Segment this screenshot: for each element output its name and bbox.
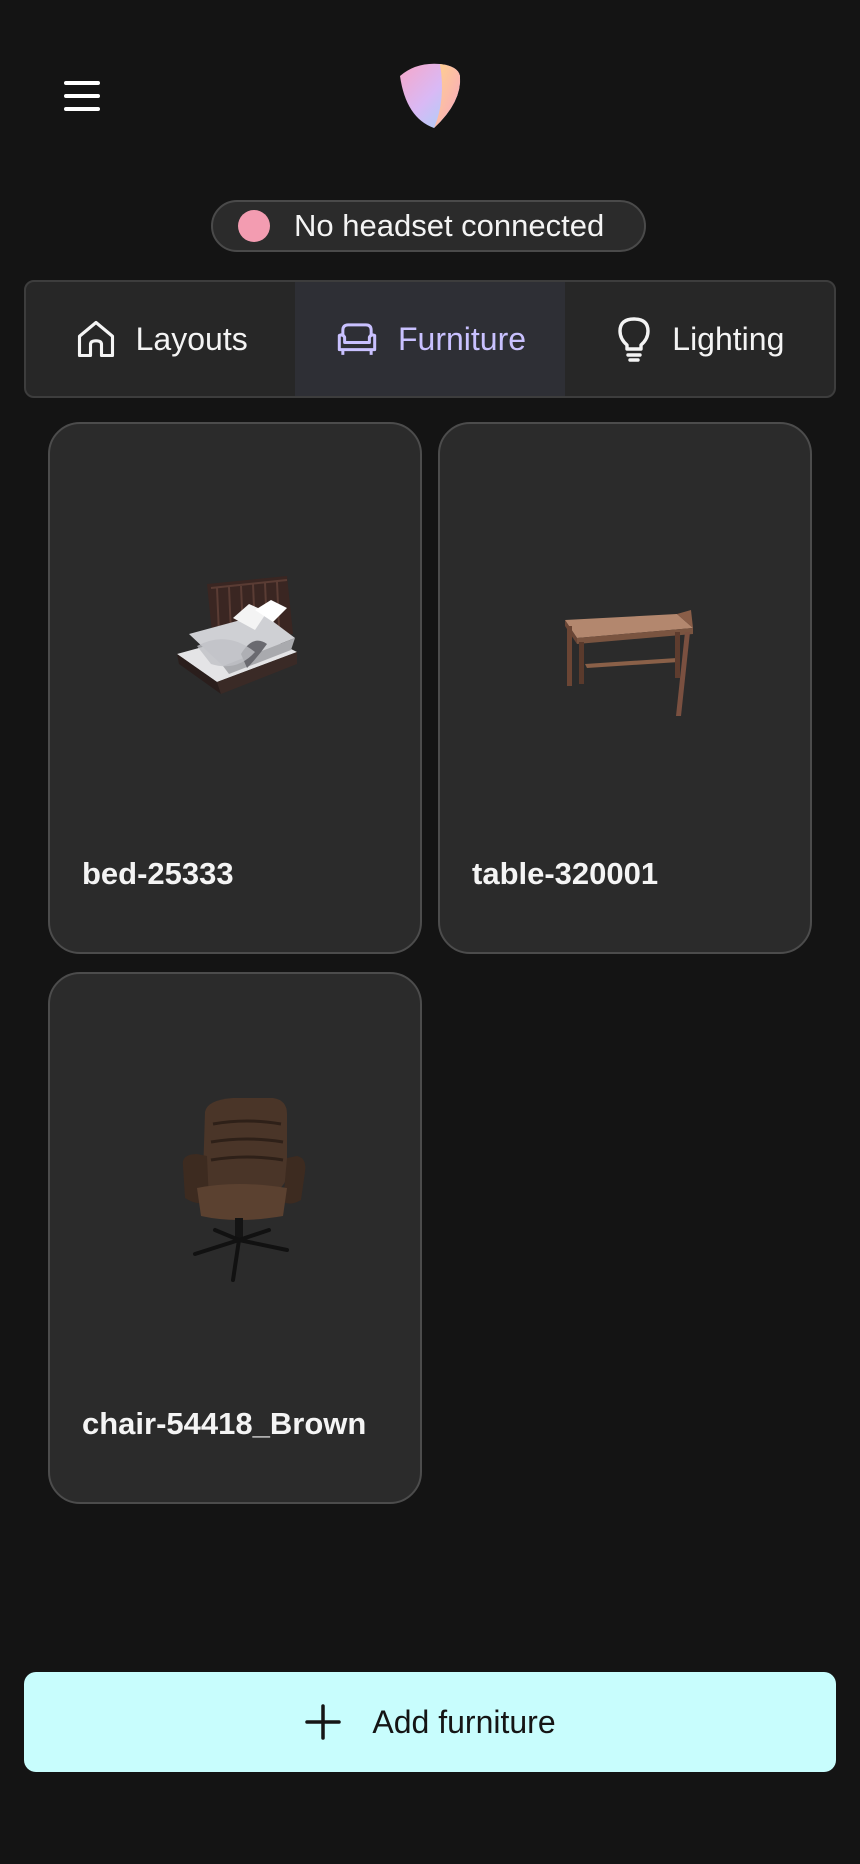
app-logo [400, 63, 461, 128]
home-icon [77, 320, 114, 358]
furniture-card[interactable]: bed-25333 [48, 422, 422, 954]
plus-icon [305, 1704, 342, 1740]
status-dot [238, 210, 270, 242]
tab-label: Furniture [397, 320, 527, 357]
menu-button[interactable] [52, 72, 112, 120]
tab-layouts[interactable]: Layouts [26, 282, 295, 396]
furniture-card[interactable]: table-320001 [438, 422, 812, 954]
furniture-name: table-320001 [472, 856, 659, 891]
tab-lighting[interactable]: Lighting [565, 282, 834, 396]
table-thumbnail [565, 610, 693, 716]
category-tabs: Layouts Furniture Lighting [24, 280, 836, 398]
furniture-name: chair-54418_Brown [82, 1406, 367, 1441]
status-text: No headset connected [294, 208, 605, 243]
tab-label: Lighting [672, 320, 785, 357]
furniture-card[interactable]: chair-54418_Brown [48, 972, 422, 1504]
hamburger-menu-icon [64, 81, 100, 85]
lightbulb-icon [618, 317, 650, 362]
headset-status-badge: No headset connected [211, 200, 646, 252]
chair-thumbnail [182, 1098, 306, 1282]
bed-thumbnail [177, 576, 297, 694]
add-furniture-label: Add furniture [372, 1703, 556, 1740]
tab-label: Layouts [135, 320, 248, 357]
furniture-name: bed-25333 [82, 856, 234, 891]
sofa-icon [337, 323, 377, 355]
tab-furniture[interactable]: Furniture [295, 282, 565, 396]
add-furniture-button[interactable]: Add furniture [24, 1672, 836, 1772]
